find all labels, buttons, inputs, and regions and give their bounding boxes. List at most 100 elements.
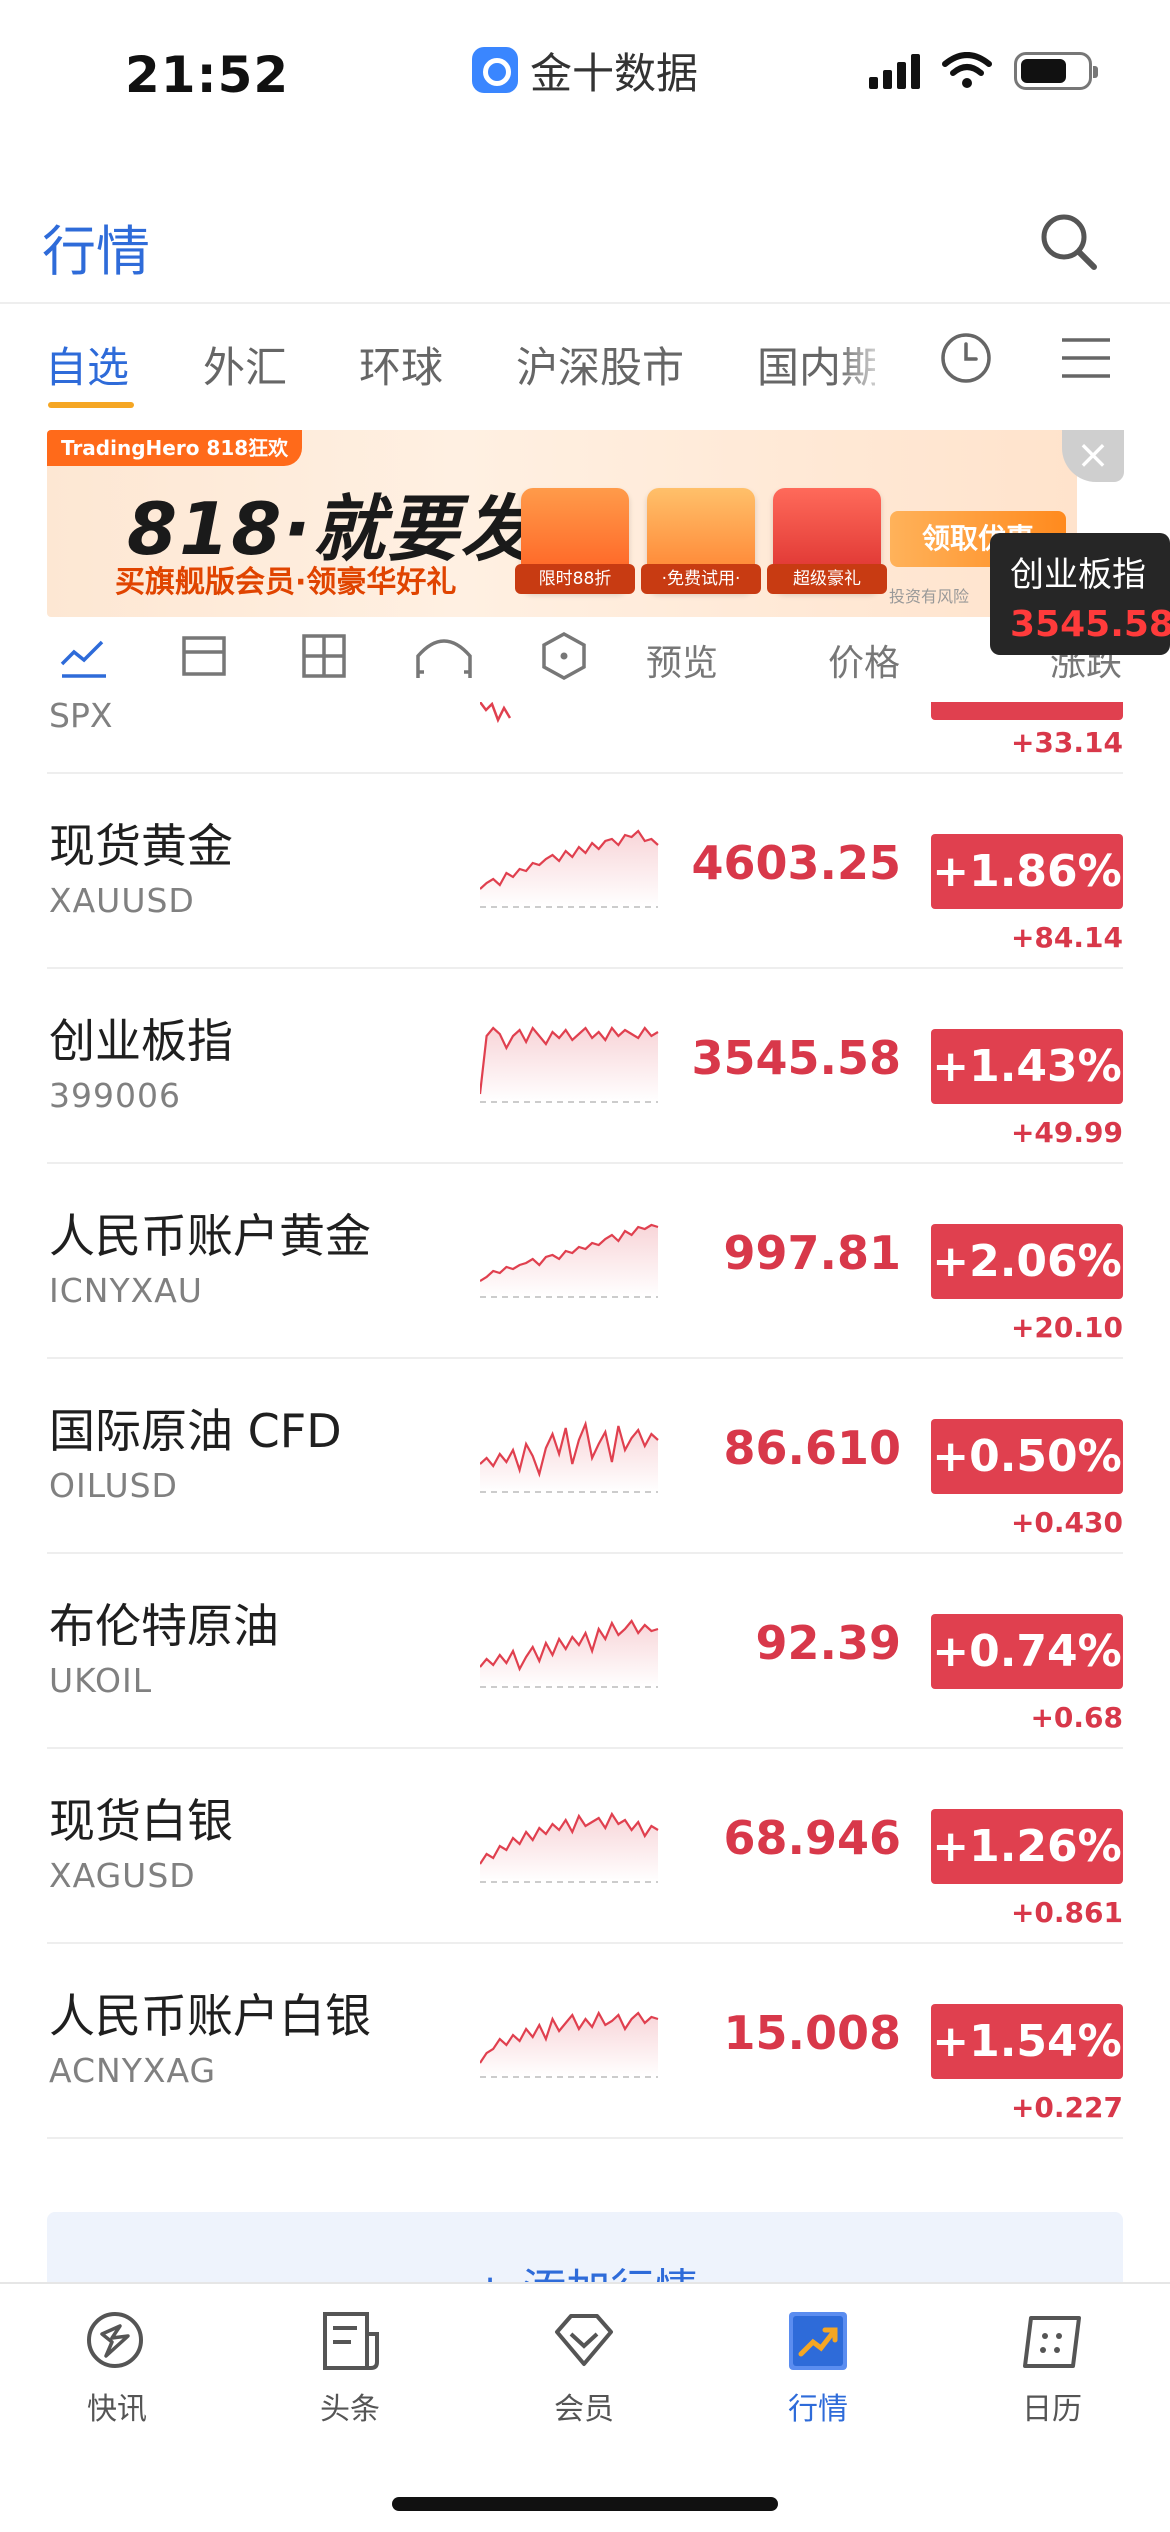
row-name: 国际原油 CFD bbox=[49, 1404, 342, 1458]
row-price: 4603.25 bbox=[691, 836, 901, 890]
card-view-icon[interactable] bbox=[178, 630, 230, 682]
grid-view-icon[interactable] bbox=[298, 630, 350, 682]
menu-icon[interactable] bbox=[1060, 336, 1112, 380]
table-row[interactable]: 现货黄金 XAUUSD 4603.25 +1.86% +84.14 bbox=[47, 774, 1123, 969]
clock-icon[interactable] bbox=[938, 330, 994, 386]
change-pct-badge[interactable]: +0.74% bbox=[931, 1614, 1123, 1689]
table-row-partial[interactable]: SPX +33.14 bbox=[47, 702, 1123, 774]
change-pct-badge[interactable]: +1.43% bbox=[931, 1029, 1123, 1104]
banner-card-gift: 超级豪礼 bbox=[767, 488, 887, 594]
row-price: 92.39 bbox=[755, 1616, 901, 1670]
row-code: SPX bbox=[49, 702, 113, 735]
table-row[interactable]: 国际原油 CFD OILUSD 86.610 +0.50% +0.430 bbox=[47, 1359, 1123, 1554]
home-indicator bbox=[392, 2497, 778, 2511]
sparkline bbox=[480, 1223, 659, 1298]
tab-forex[interactable]: 外汇 bbox=[203, 334, 287, 395]
status-app-indicator[interactable]: 金十数据 bbox=[472, 44, 698, 98]
promo-banner[interactable]: TradingHero 818狂欢 818·就要发 买旗舰版会员·领豪华好礼 限… bbox=[47, 430, 1077, 617]
row-change-abs: +0.68 bbox=[1030, 1701, 1123, 1734]
arch-view-icon[interactable] bbox=[414, 630, 474, 682]
status-indicators bbox=[869, 52, 1098, 90]
tab-a-shares[interactable]: 沪深股市 bbox=[516, 334, 684, 395]
category-tabs: 自选 外汇 环球 沪深股市 国内期 bbox=[0, 320, 1170, 420]
row-price: 68.946 bbox=[723, 1811, 901, 1865]
row-code: 399006 bbox=[49, 1076, 181, 1115]
row-change-abs: +49.99 bbox=[1010, 1116, 1123, 1149]
price-tooltip: 创业板指 3545.58 bbox=[990, 533, 1170, 655]
row-name: 人民币账户黄金 bbox=[49, 1209, 371, 1263]
row-change-abs: +84.14 bbox=[1010, 921, 1123, 954]
nav-headlines[interactable]: 头条 bbox=[270, 2304, 430, 2428]
tab-global[interactable]: 环球 bbox=[359, 334, 443, 395]
sparkline bbox=[480, 702, 512, 724]
tab-watchlist[interactable]: 自选 bbox=[45, 334, 129, 395]
row-name: 布伦特原油 bbox=[49, 1599, 279, 1653]
row-price: 3545.58 bbox=[691, 1031, 901, 1085]
wifi-icon bbox=[942, 52, 992, 88]
banner-card-label: ·免费试用· bbox=[641, 564, 761, 594]
row-name: 人民币账户白银 bbox=[49, 1989, 371, 2043]
vip-diamond-icon bbox=[555, 2314, 613, 2366]
flash-news-icon bbox=[87, 2312, 143, 2368]
nav-vip[interactable]: 会员 bbox=[504, 2304, 664, 2428]
sparkline bbox=[480, 1420, 659, 1493]
battery-icon bbox=[1014, 52, 1098, 90]
search-icon[interactable] bbox=[1034, 207, 1104, 277]
sparkline bbox=[480, 2010, 659, 2078]
row-change-abs: +20.10 bbox=[1010, 1311, 1123, 1344]
banner-card-discount: 限时88折 bbox=[515, 488, 635, 594]
table-row[interactable]: 布伦特原油 UKOIL 92.39 +0.74% +0.68 bbox=[47, 1554, 1123, 1749]
row-change-abs: +0.227 bbox=[1010, 2091, 1123, 2124]
nav-calendar[interactable]: 日历 bbox=[972, 2304, 1132, 2428]
change-pct-badge[interactable]: +1.26% bbox=[931, 1809, 1123, 1884]
tooltip-value: 3545.58 bbox=[1010, 604, 1170, 645]
hexagon-view-icon[interactable] bbox=[538, 630, 590, 682]
banner-risk-note: 投资有风险 bbox=[889, 587, 970, 606]
active-tab-underline bbox=[48, 402, 134, 408]
row-code: UKOIL bbox=[49, 1661, 153, 1700]
cellular-signal-icon bbox=[869, 53, 920, 89]
row-code: XAUUSD bbox=[49, 881, 195, 920]
banner-card-trial: ·免费试用· bbox=[641, 488, 761, 594]
sparkline bbox=[480, 1619, 659, 1688]
row-code: ICNYXAU bbox=[49, 1271, 203, 1310]
tab-fade bbox=[835, 320, 895, 410]
row-code: XAGUSD bbox=[49, 1856, 196, 1895]
row-name: 创业板指 bbox=[49, 1014, 233, 1068]
change-pct-badge[interactable]: +0.50% bbox=[931, 1419, 1123, 1494]
status-time: 21:52 bbox=[125, 46, 290, 104]
table-row[interactable]: 人民币账户白银 ACNYXAG 15.008 +1.54% +0.227 bbox=[47, 1944, 1123, 2139]
change-pct-badge-partial bbox=[931, 702, 1123, 720]
status-bar: 21:52 金十数据 bbox=[0, 0, 1170, 150]
calendar-icon bbox=[1023, 2316, 1081, 2368]
change-pct-badge[interactable]: +1.54% bbox=[931, 2004, 1123, 2079]
table-row[interactable]: 人民币账户黄金 ICNYXAU 997.81 +2.06% +20.10 bbox=[47, 1164, 1123, 1359]
page-title: 行情 bbox=[42, 220, 150, 283]
market-icon bbox=[789, 2312, 847, 2370]
line-chart-view-icon[interactable] bbox=[58, 630, 110, 682]
nav-flash-news[interactable]: 快讯 bbox=[37, 2304, 197, 2428]
row-code: OILUSD bbox=[49, 1466, 178, 1505]
row-price: 15.008 bbox=[723, 2006, 901, 2060]
row-change-abs: +0.861 bbox=[1010, 1896, 1123, 1929]
banner-card-label: 限时88折 bbox=[515, 564, 635, 594]
status-app-name: 金十数据 bbox=[530, 48, 699, 98]
sparkline bbox=[480, 1811, 659, 1883]
table-row[interactable]: 创业板指 399006 3545.58 +1.43% +49.99 bbox=[47, 969, 1123, 1164]
change-pct-badge[interactable]: +1.86% bbox=[931, 834, 1123, 909]
column-price-label[interactable]: 价格 bbox=[828, 634, 900, 686]
nav-market[interactable]: 行情 bbox=[738, 2304, 898, 2428]
column-preview-label: 预览 bbox=[646, 643, 719, 684]
change-pct-badge[interactable]: +2.06% bbox=[931, 1224, 1123, 1299]
sparkline bbox=[480, 1025, 659, 1103]
banner-card-label: 超级豪礼 bbox=[767, 564, 887, 594]
header-divider bbox=[0, 302, 1170, 304]
row-change-abs: +33.14 bbox=[1010, 726, 1123, 759]
jin10-app-icon bbox=[472, 47, 518, 93]
tooltip-name: 创业板指 bbox=[1010, 555, 1146, 595]
row-price: 997.81 bbox=[723, 1226, 901, 1280]
table-row[interactable]: 现货白银 XAGUSD 68.946 +1.26% +0.861 bbox=[47, 1749, 1123, 1944]
headline-icon bbox=[323, 2312, 379, 2370]
row-price: 86.610 bbox=[723, 1421, 901, 1475]
bottom-nav: 快讯 头条 会员 行情 日历 bbox=[0, 2282, 1170, 2532]
